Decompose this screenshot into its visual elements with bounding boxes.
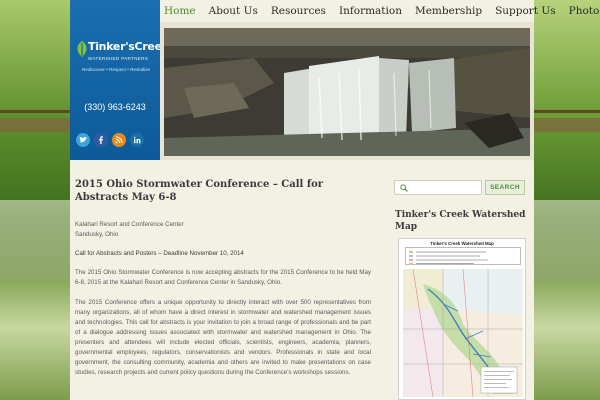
- twitter-icon[interactable]: [76, 133, 90, 147]
- nav-home[interactable]: Home: [164, 5, 196, 17]
- map-area: [403, 268, 523, 398]
- deadline-text: Call for Abstracts and Posters – Deadlin…: [75, 250, 244, 257]
- rss-icon[interactable]: [112, 133, 126, 147]
- bridge-rail: [0, 110, 70, 113]
- creek-water: [534, 200, 600, 280]
- social-links: [76, 133, 144, 147]
- linkedin-icon[interactable]: [130, 133, 144, 147]
- bridge: [534, 118, 600, 132]
- phone-number: (330) 963-6243: [84, 102, 146, 112]
- site-logo-subtitle: WATERSHED PARTNERS: [88, 56, 149, 61]
- hero-banner: [160, 22, 534, 160]
- nav-about-us[interactable]: About Us: [209, 5, 258, 17]
- main-nav: Home About Us Resources Information Memb…: [160, 0, 600, 22]
- sidebar: SEARCH Tinker's Creek Watershed Map Tink…: [388, 160, 534, 400]
- right-background-forest: [534, 0, 600, 400]
- nav-information[interactable]: Information: [339, 5, 402, 17]
- main-content: 2015 Ohio Stormwater Conference – Call f…: [70, 160, 380, 400]
- post-title[interactable]: 2015 Ohio Stormwater Conference – Call f…: [75, 178, 375, 204]
- site-logo-title[interactable]: Tinker'sCreek: [88, 40, 169, 53]
- map-widget-title: Tinker's Creek Watershed Map: [395, 210, 526, 232]
- search-button[interactable]: SEARCH: [485, 180, 525, 195]
- venue-name: Kalahari Resort and Conference Center: [75, 221, 184, 228]
- search-icon: [400, 184, 408, 192]
- waterfall-photo: [164, 28, 530, 156]
- search-input[interactable]: [394, 180, 482, 195]
- nav-photos[interactable]: Photos: [569, 5, 600, 17]
- brand-panel: Tinker'sCreek WATERSHED PARTNERS Redisco…: [70, 0, 169, 160]
- nav-membership[interactable]: Membership: [415, 5, 482, 17]
- post-paragraph-2: The 2015 Conference offers a unique oppo…: [75, 299, 371, 376]
- bridge: [0, 118, 70, 132]
- creek-water: [0, 200, 70, 280]
- site-tagline: Rediscover • Respect • Revitalize: [81, 67, 151, 72]
- bridge-rail: [534, 110, 600, 113]
- nav-support-us[interactable]: Support Us: [495, 5, 556, 17]
- venue-location: Sandusky, Ohio: [75, 231, 119, 238]
- watershed-map-image[interactable]: Tinker's Creek Watershed Map: [398, 238, 526, 400]
- post-paragraph-1: The 2015 Ohio Stormwater Conference is n…: [75, 269, 371, 286]
- map-heading: Tinker's Creek Watershed Map: [430, 241, 494, 246]
- facebook-icon[interactable]: [94, 133, 108, 147]
- left-background-forest: [0, 0, 70, 400]
- nav-resources[interactable]: Resources: [271, 5, 326, 17]
- map-legend: [405, 247, 521, 265]
